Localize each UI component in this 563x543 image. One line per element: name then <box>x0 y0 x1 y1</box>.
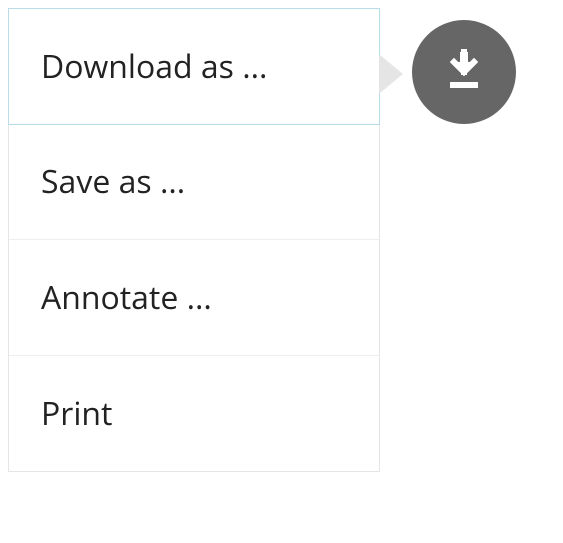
menu-item-label: Annotate ... <box>41 276 212 319</box>
download-fab-button[interactable] <box>412 20 516 124</box>
menu-item-annotate[interactable]: Annotate ... <box>9 240 379 356</box>
menu-item-save-as[interactable]: Save as ... <box>9 124 379 240</box>
menu-item-print[interactable]: Print <box>9 356 379 471</box>
menu-item-label: Save as ... <box>41 160 185 203</box>
menu-item-label: Download as ... <box>41 45 267 88</box>
download-icon <box>440 46 488 99</box>
context-menu: Download as ... Save as ... Annotate ...… <box>8 8 380 472</box>
menu-item-download-as[interactable]: Download as ... <box>8 8 380 125</box>
menu-pointer <box>380 56 402 92</box>
menu-item-label: Print <box>41 392 112 435</box>
